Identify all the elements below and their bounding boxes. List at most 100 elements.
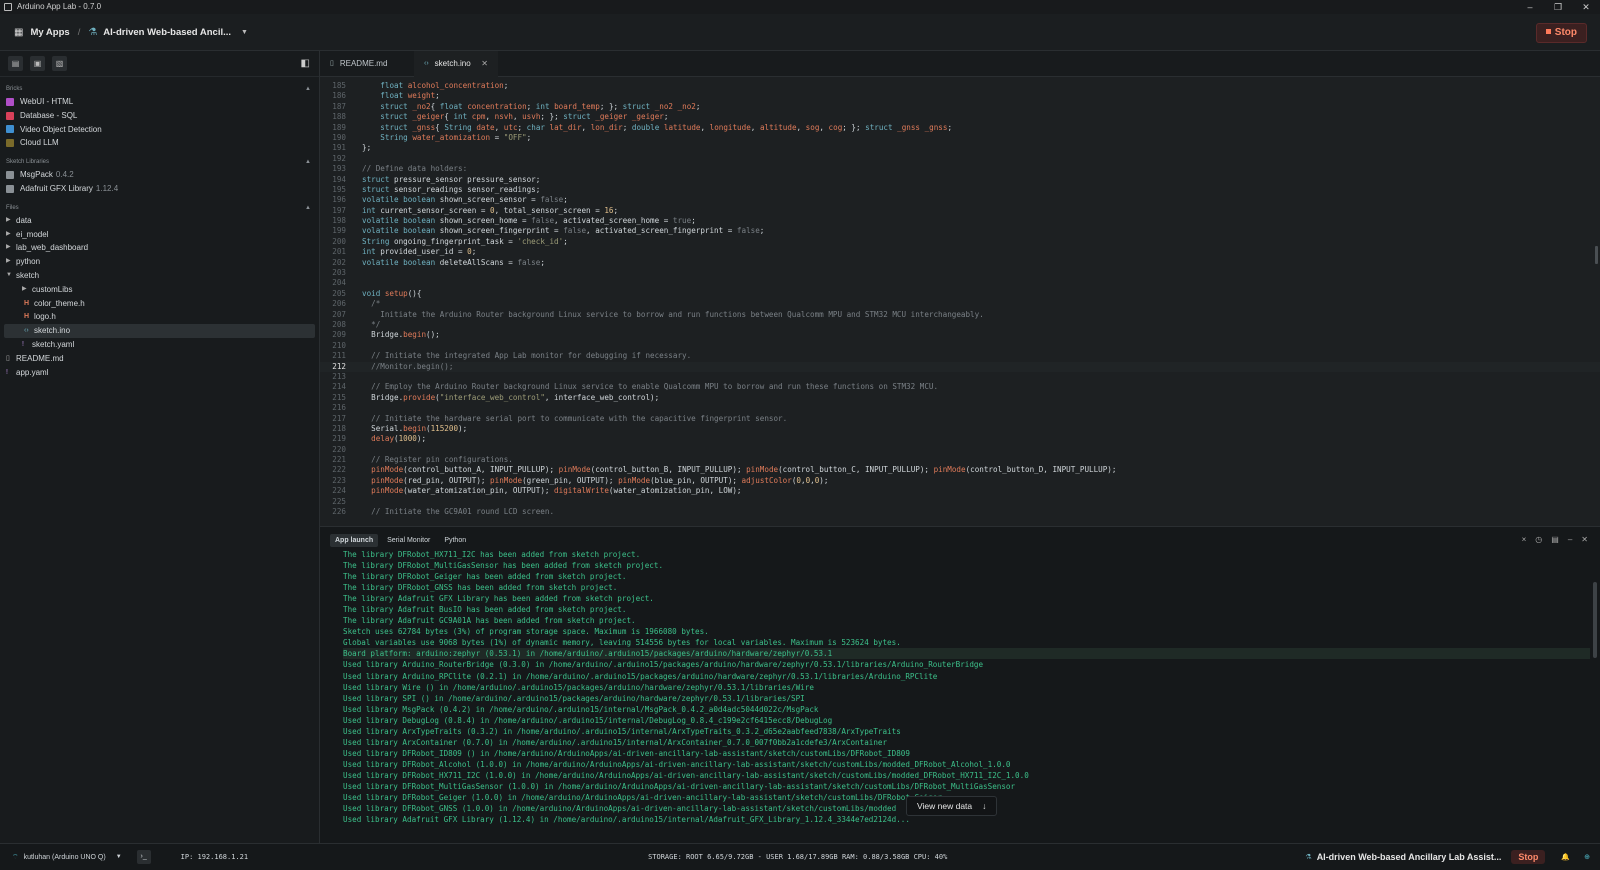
file-sketch-yaml[interactable]: ! sketch.yaml: [0, 338, 319, 352]
folder-sketch[interactable]: ▼ sketch: [0, 269, 319, 283]
add-library-icon[interactable]: ▣: [30, 56, 45, 71]
tab-python[interactable]: Python: [439, 534, 471, 547]
line-code: struct sensor_readings sensor_readings;: [346, 185, 540, 195]
log-line: The library Adafruit GC9A01A has been ad…: [343, 616, 636, 626]
file-label: sketch.yaml: [32, 339, 75, 349]
app-flask-icon: ⚗: [1305, 854, 1312, 861]
files-section-header[interactable]: Files ▲: [0, 202, 319, 214]
add-brick-icon[interactable]: ▤: [8, 56, 23, 71]
minimize-panel-icon[interactable]: –: [1568, 535, 1572, 544]
brick-item[interactable]: WebUI - HTML: [0, 95, 319, 109]
libraries-section-header[interactable]: Sketch Libraries ▲: [0, 156, 319, 168]
line-code: struct _geiger{ int cpm, nsvh, usvh; }; …: [346, 112, 668, 122]
stop-button[interactable]: Stop: [1535, 23, 1587, 43]
code-token: provided_user_id =: [380, 247, 468, 257]
tab-app-launch[interactable]: App launch: [330, 533, 379, 547]
folder-ei-model[interactable]: ▶ ei_model: [0, 228, 319, 242]
view-new-data-button[interactable]: View new data ↓: [906, 796, 998, 816]
brick-label: Database - SQL: [20, 110, 78, 120]
status-right: ⚗ AI-driven Web-based Ancillary Lab Assi…: [1305, 850, 1590, 864]
history-icon[interactable]: ◷: [1535, 535, 1542, 544]
folder-customlibs[interactable]: ▶ customLibs: [0, 283, 319, 297]
line-number: 198: [332, 216, 346, 226]
tab-readme[interactable]: ▯ README.md: [320, 51, 414, 77]
console-scrollbar[interactable]: [1593, 582, 1597, 658]
close-tab-icon[interactable]: ✕: [481, 51, 488, 77]
folder-python[interactable]: ▶ python: [0, 255, 319, 269]
code-token: "OFF": [503, 132, 527, 142]
tab-serial-monitor[interactable]: Serial Monitor: [382, 534, 435, 547]
app-flask-icon: ⚗: [88, 26, 98, 38]
folder-lab-web-dashboard[interactable]: ▶ lab_web_dashboard: [0, 241, 319, 255]
code-line: 193 // Define data holders:: [320, 164, 1600, 174]
bell-icon[interactable]: 🔔: [1561, 853, 1570, 861]
close-panel-icon[interactable]: ✕: [1581, 535, 1588, 544]
file-label: sketch.ino: [34, 326, 71, 336]
app-name[interactable]: AI-driven Web-based Ancil...: [103, 27, 231, 38]
board-selector[interactable]: ⌔ kutluhan (Arduino UNO Q) ▼: [12, 853, 122, 862]
library-version: 0.4.2: [55, 170, 74, 180]
terminal-icon[interactable]: ›_: [136, 850, 151, 864]
minimize-window-button[interactable]: –: [1516, 0, 1544, 14]
editor-scrollbar[interactable]: [1595, 246, 1598, 264]
line-number: 209: [332, 330, 346, 340]
file-app-yaml[interactable]: ! app.yaml: [0, 366, 319, 380]
code-area[interactable]: 185 float alcohol_concentration; 186 floa…: [320, 81, 1600, 526]
file-sketch-ino[interactable]: ‹› sketch.ino: [4, 324, 315, 338]
code-line: 196 volatile boolean shown_screen_sensor …: [320, 195, 1600, 205]
chevron-down-icon: ▼: [6, 271, 12, 278]
grid-icon[interactable]: ▦: [14, 27, 23, 38]
clear-output-icon[interactable]: ×: [1522, 535, 1527, 544]
new-file-icon[interactable]: ▧: [52, 56, 67, 71]
code-token: struct: [380, 101, 413, 111]
line-number: 225: [332, 496, 346, 506]
chevron-right-icon: ▶: [6, 258, 11, 265]
my-apps-link[interactable]: My Apps: [30, 27, 69, 38]
code-token: Bridge.: [362, 330, 404, 340]
code-token: float: [439, 101, 468, 111]
code-token: ;: [663, 112, 669, 122]
code-token: board_temp: [554, 101, 600, 111]
code-token: current_sensor_screen =: [380, 205, 491, 215]
globe-icon[interactable]: ⊕: [1584, 853, 1590, 861]
folder-data[interactable]: ▶ data: [0, 214, 319, 228]
chevron-up-icon: ▲: [305, 159, 311, 166]
library-item[interactable]: Adafruit GFX Library 1.12.4: [0, 182, 319, 196]
file-label: data: [16, 215, 32, 225]
restore-window-button[interactable]: ❐: [1544, 0, 1572, 14]
brick-item[interactable]: Cloud LLM: [0, 136, 319, 150]
brick-item[interactable]: Video Object Detection: [0, 123, 319, 137]
line-code: Bridge.provide("interface_web_control", …: [346, 393, 659, 403]
code-file-icon: ‹›: [24, 327, 29, 335]
code-token: (control_button_D, INPUT_PULLUP);: [965, 465, 1117, 475]
code-token: );: [416, 434, 427, 444]
line-code: int current_sensor_screen = 0, total_sen…: [346, 206, 618, 216]
layout-icon[interactable]: ▤: [1551, 535, 1559, 544]
app-header: ▦ My Apps / ⚗ AI-driven Web-based Ancil.…: [0, 14, 1600, 51]
collapse-sidebar-icon[interactable]: ◧: [301, 58, 310, 69]
stop-button-label: Stop: [1554, 27, 1577, 38]
bricks-section-header[interactable]: Bricks ▲: [0, 83, 319, 95]
close-window-button[interactable]: ✕: [1572, 0, 1600, 14]
brick-item[interactable]: Database - SQL: [0, 109, 319, 123]
line-number: 200: [332, 236, 346, 246]
chevron-down-icon[interactable]: ▼: [241, 29, 248, 36]
line-number: 218: [332, 423, 346, 433]
yaml-file-icon: !: [6, 368, 8, 376]
file-color-theme[interactable]: Hcolor_theme.h: [0, 297, 319, 311]
file-logo[interactable]: Hlogo.h: [0, 310, 319, 324]
code-token: 115200: [430, 423, 459, 433]
code-token: _gnss: [412, 122, 436, 132]
code-token: ();: [426, 330, 440, 340]
status-stop-button[interactable]: Stop: [1511, 850, 1546, 864]
code-token: //Monitor.begin();: [362, 361, 454, 371]
library-item[interactable]: MsgPack 0.4.2: [0, 168, 319, 182]
file-readme[interactable]: ▯ README.md: [0, 352, 319, 366]
tab-sketch-ino[interactable]: ‹› sketch.ino ✕: [414, 51, 498, 77]
